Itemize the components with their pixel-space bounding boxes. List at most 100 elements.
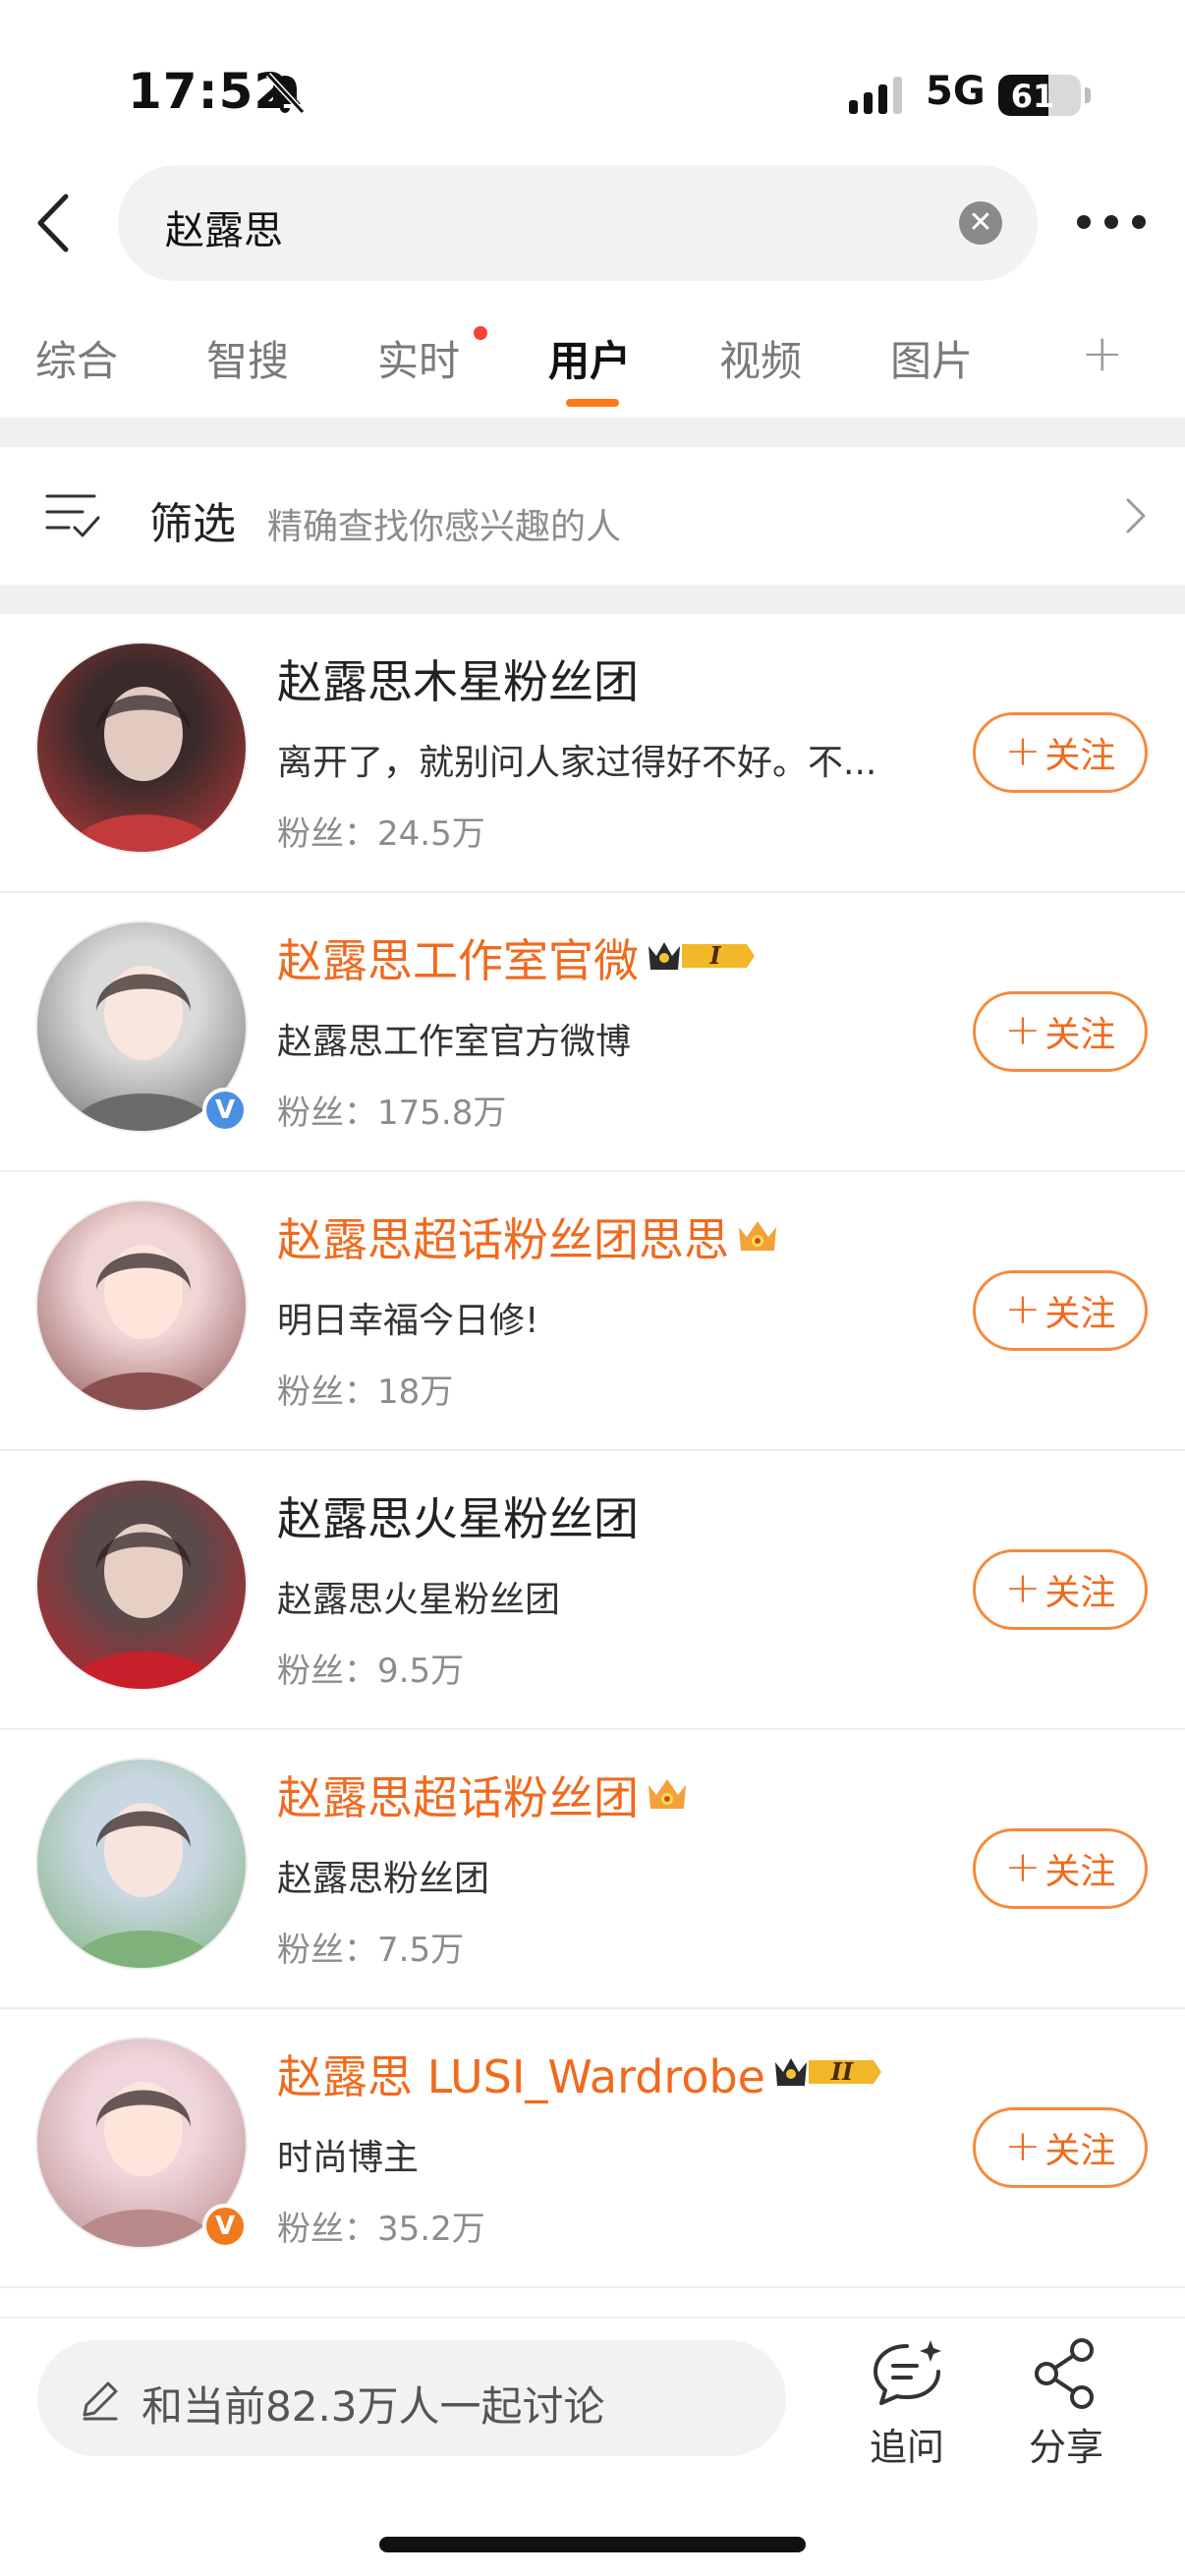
plus-icon: + [1004,2120,1042,2171]
back-button[interactable] [28,189,77,257]
user-name: 赵露思超话粉丝团思思 [277,1213,729,1266]
avatar-portrait [68,1803,219,1968]
verified-badge-icon: V [202,1088,248,1133]
discuss-input[interactable]: 和当前82.3万人一起讨论 [37,2340,786,2456]
ask-label: 追问 [869,2426,944,2469]
user-row[interactable]: V 赵露思 LUSI_Wardrobe II 时尚博主粉丝：35.2万 + 关注 [0,2009,1185,2288]
battery-icon: 61 [998,75,1081,116]
chevron-left-icon [37,194,69,252]
search-input[interactable]: 赵露思 ✕ [118,165,1038,281]
signal-bars-icon [849,77,902,114]
verified-badge-icon: V [202,2204,248,2249]
user-description: 时尚博主 [277,2138,420,2178]
battery-level: 61 [1010,78,1055,115]
follow-button[interactable]: + 关注 [973,1549,1148,1630]
user-fans-count: 粉丝：9.5万 [277,1652,465,1691]
follow-button[interactable]: + 关注 [973,1828,1148,1909]
avatar[interactable] [35,1200,248,1412]
avatar-portrait [68,687,219,852]
battery-cap [1085,87,1091,103]
user-name-line[interactable]: 赵露思 LUSI_Wardrobe II [277,2044,885,2103]
user-name: 赵露思火星粉丝团 [277,1492,639,1545]
avatar-portrait [68,1245,219,1410]
user-fans-count: 粉丝：24.5万 [277,814,485,854]
user-name: 赵露思工作室官微 [277,934,639,987]
tab-users[interactable]: 用户 [548,328,631,388]
bottom-bar: 和当前82.3万人一起讨论 追问 分享 [0,2317,1185,2576]
share-label: 分享 [1028,2426,1103,2469]
follow-button[interactable]: + 关注 [973,712,1148,793]
follow-label: 关注 [1044,1573,1116,1613]
plus-icon: + [1004,1004,1042,1055]
close-circle-icon[interactable]: ✕ [959,201,1002,245]
follow-label: 关注 [1044,1015,1116,1055]
follow-label: 关注 [1044,1294,1116,1334]
chat-sparkle-icon [874,2340,941,2405]
follow-label: 关注 [1044,1852,1116,1892]
share-button[interactable]: 分享 [1012,2336,1120,2484]
active-tab-underline [566,399,619,407]
avatar-portrait [68,1524,219,1689]
tab-videos[interactable]: 视频 [719,328,802,388]
user-name-line[interactable]: 赵露思超话粉丝团思思 [277,1207,780,1266]
ask-button[interactable]: 追问 [853,2336,961,2484]
plus-icon: + [1004,1283,1042,1334]
plus-icon: + [1004,1562,1042,1613]
filter-label: 筛选 [149,499,236,549]
user-name-line[interactable]: 赵露思火星粉丝团 [277,1486,639,1545]
user-fans-count: 粉丝：35.2万 [277,2210,485,2249]
status-bar: 17:52 5G 61 [0,0,1185,157]
user-fans-count: 粉丝：175.8万 [277,1093,507,1133]
vip-crown-icon: II [774,2057,881,2086]
user-description: 赵露思工作室官方微博 [277,1022,632,1062]
chevron-right-icon [1126,498,1146,533]
user-row[interactable]: 赵露思火星粉丝团 赵露思火星粉丝团 粉丝：9.5万 + 关注 [0,1451,1185,1730]
avatar[interactable] [35,1758,248,1970]
tab-realtime[interactable]: 实时 [377,328,460,388]
filter-hint: 精确查找你感兴趣的人 [267,507,622,547]
user-row[interactable]: 赵露思木星粉丝团离开了，就别问人家过得好不好。不... 粉丝：24.5万 + 关注 [0,614,1185,893]
filter-row[interactable]: 筛选 精确查找你感兴趣的人 [0,447,1185,585]
plus-icon[interactable]: + [1081,324,1124,383]
user-fans-count: 粉丝：7.5万 [277,1931,465,1970]
tab-comprehensive[interactable]: 综合 [35,328,118,388]
vip-crown-icon: I [649,941,755,970]
follow-label: 关注 [1044,736,1116,776]
follow-button[interactable]: + 关注 [973,2107,1148,2188]
user-name: 赵露思木星粉丝团 [277,655,639,708]
user-list: 赵露思木星粉丝团 离开了，就别问人家过得好不好。不... 粉丝：24.5万 + 关注 V 赵… [0,614,1185,2288]
plus-icon: + [1004,1841,1042,1892]
discuss-placeholder: 和当前82.3万人一起讨论 [141,2382,605,2431]
tab-smart-search[interactable]: 智搜 [206,328,289,388]
follow-button[interactable]: + 关注 [973,991,1148,1072]
user-description: 赵露思火星粉丝团 [277,1580,561,1620]
network-type: 5G [926,69,986,114]
search-tabs: 综合 智搜 实时 用户 视频 图片 + [0,312,1185,420]
home-indicator [379,2537,806,2552]
user-name-line[interactable]: 赵露思超话粉丝团 [277,1765,690,1824]
section-divider [0,418,1185,447]
avatar[interactable] [35,1479,248,1691]
user-row[interactable]: 赵露思超话粉丝团思思 明日幸福今日修! 粉丝：18万 + 关注 [0,1172,1185,1451]
user-fans-count: 粉丝：18万 [277,1372,454,1412]
user-row[interactable]: 赵露思超话粉丝团赵露思粉丝团 粉丝：7.5万 + 关注 [0,1730,1185,2009]
user-description: 赵露思粉丝团 [277,1859,490,1899]
tab-realtime-dot [474,326,487,340]
avatar[interactable] [35,642,248,854]
plus-icon: + [1004,725,1042,776]
tab-images[interactable]: 图片 [890,328,973,388]
user-name-line[interactable]: 赵露思工作室官微 I [277,928,759,987]
user-name: 赵露思 LUSI_Wardrobe [277,2050,765,2103]
more-horizontal-icon[interactable] [1077,202,1146,242]
crown-icon [649,1779,686,1809]
share-nodes-icon [1035,2338,1094,2409]
user-name: 赵露思超话粉丝团 [277,1771,639,1824]
crown-icon [739,1221,776,1251]
user-name-line[interactable]: 赵露思木星粉丝团 [277,649,639,708]
follow-button[interactable]: + 关注 [973,1270,1148,1351]
user-description: 离开了，就别问人家过得好不好。不... [277,743,877,783]
pencil-icon [83,2381,118,2421]
follow-label: 关注 [1044,2131,1116,2171]
bell-muted-icon [265,72,306,115]
user-row[interactable]: V 赵露思工作室官微 I 赵露思工作室官方微博 粉丝：175.8万 + 关注 [0,893,1185,1172]
